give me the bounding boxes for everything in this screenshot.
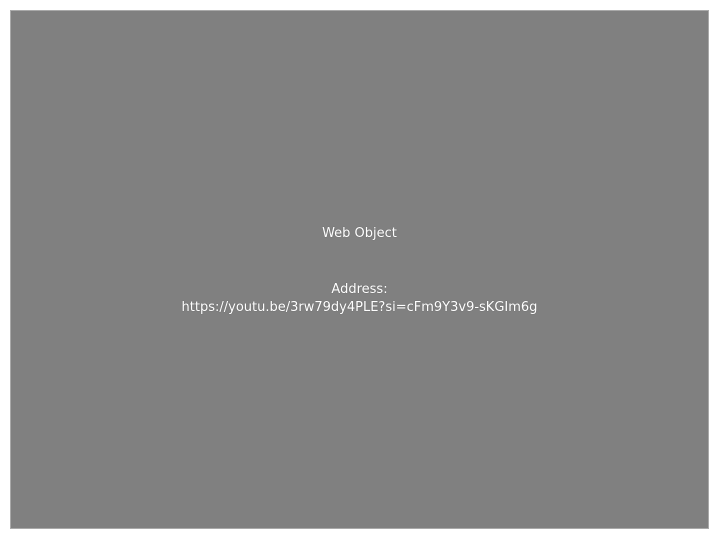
address-label: Address: <box>331 282 388 297</box>
address-url: https://youtu.be/3rw79dy4PLE?si=cFm9Y3v9… <box>181 300 538 315</box>
web-object-title: Web Object <box>322 226 397 241</box>
address-block: Address: https://youtu.be/3rw79dy4PLE?si… <box>11 281 708 317</box>
web-object-placeholder[interactable]: Web Object Address: https://youtu.be/3rw… <box>10 10 709 529</box>
